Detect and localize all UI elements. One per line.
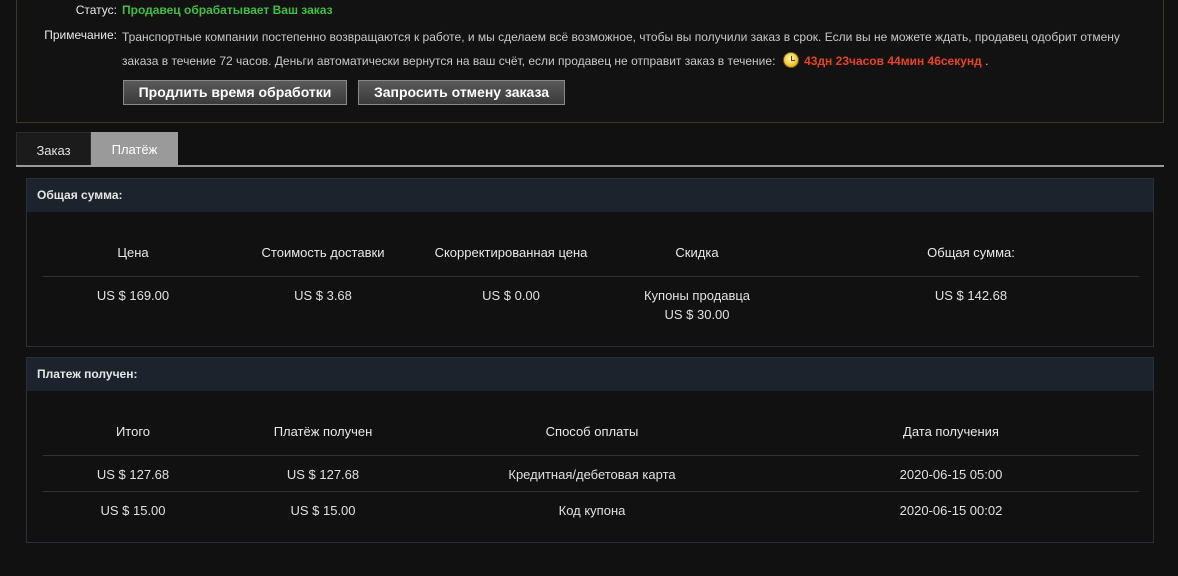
value-adjusted: US $ 0.00	[482, 288, 540, 303]
request-cancellation-button[interactable]: Запросить отмену заказа	[358, 80, 565, 105]
note-text: Транспортные компании постепенно возвращ…	[122, 25, 1154, 73]
header-total: Общая сумма:	[927, 245, 1015, 260]
payments-table: Итого Платёж получен Способ оплаты Дата …	[43, 391, 1139, 542]
table-divider	[43, 276, 1139, 277]
row2-total: US $ 15.00	[100, 503, 166, 518]
extend-processing-time-button[interactable]: Продлить время обработки	[123, 80, 347, 105]
value-shipping: US $ 3.68	[294, 288, 352, 303]
panel-title: Платеж получен:	[27, 358, 1153, 391]
header-shipping: Стоимость доставки	[261, 245, 385, 260]
panel-title: Общая сумма:	[27, 179, 1153, 212]
order-payment-page: Статус: Продавец обрабатывает Ваш заказ …	[0, 0, 1178, 576]
countdown-timer: 43дн 23часов 44мин 46секунд	[804, 54, 982, 68]
status-label: Статус:	[75, 3, 117, 17]
tab-payment[interactable]: Платёж	[91, 132, 178, 166]
tab-order[interactable]: Заказ	[16, 132, 91, 166]
clock-icon	[782, 52, 799, 68]
row1-date: 2020-06-15 05:00	[899, 467, 1003, 482]
header-adjusted: Скорректированная цена	[434, 245, 588, 260]
status-value: Продавец обрабатывает Ваш заказ	[122, 3, 333, 17]
note-label: Примечание:	[44, 28, 117, 42]
row2-date: 2020-06-15 00:02	[899, 503, 1003, 518]
table-divider	[43, 455, 1139, 456]
total-table: Цена Стоимость доставки Скорректированна…	[43, 212, 1139, 346]
value-price: US $ 169.00	[96, 288, 170, 303]
value-total: US $ 142.68	[934, 288, 1008, 303]
header-method: Способ оплаты	[545, 424, 639, 439]
row1-total: US $ 127.68	[96, 467, 170, 482]
order-status-box: Статус: Продавец обрабатывает Ваш заказ …	[16, 0, 1164, 123]
header-received: Платёж получен	[273, 424, 373, 439]
total-amount-panel: Общая сумма: Цена Стоимость доставки Ско…	[26, 178, 1154, 347]
header-total: Итого	[115, 424, 151, 439]
row1-received: US $ 127.68	[286, 467, 360, 482]
value-discount: Купоны продавца US $ 30.00	[607, 286, 787, 324]
header-date: Дата получения	[903, 424, 999, 439]
payment-received-panel: Платеж получен: Итого Платёж получен Спо…	[26, 357, 1154, 543]
header-price: Цена	[117, 245, 149, 260]
countdown-suffix: .	[985, 54, 989, 68]
header-discount: Скидка	[675, 245, 719, 260]
row1-method: Кредитная/дебетовая карта	[508, 467, 676, 482]
discount-amount: US $ 30.00	[664, 307, 730, 322]
discount-type: Купоны продавца	[643, 288, 751, 303]
table-divider	[43, 491, 1139, 492]
row2-received: US $ 15.00	[290, 503, 356, 518]
tab-underline	[16, 165, 1164, 167]
row2-method: Код купона	[558, 503, 626, 518]
